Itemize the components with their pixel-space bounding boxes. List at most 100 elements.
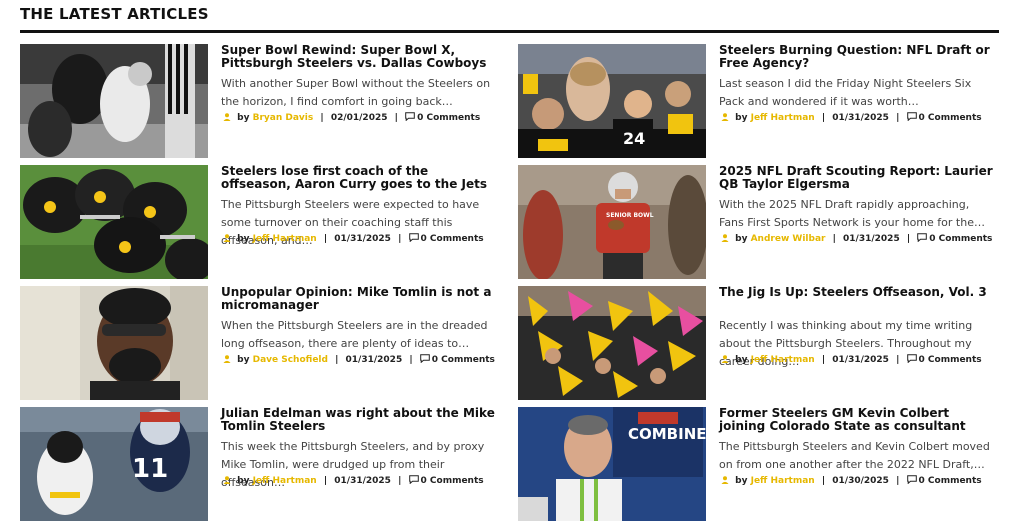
user-icon	[721, 234, 729, 242]
meta-separator: |	[832, 234, 836, 244]
author-link[interactable]: Bryan Davis	[253, 113, 314, 123]
comment-icon	[408, 233, 419, 242]
article-card: 11 Julian Edelman was right about the Mi…	[20, 407, 510, 523]
meta-separator: |	[335, 355, 339, 365]
article-title[interactable]: 2025 NFL Draft Scouting Report: Laurier …	[719, 165, 999, 191]
article-title[interactable]: Julian Edelman was right about the Mike …	[221, 407, 501, 433]
article-excerpt: Last season I did the Friday Night Steel…	[719, 77, 972, 108]
author-link[interactable]: Jeff Hartman	[751, 113, 815, 123]
article-thumbnail[interactable]: SENIOR BOWL	[518, 165, 706, 279]
article-date: 01/31/2025	[843, 234, 900, 244]
author-link[interactable]: Jeff Hartman	[751, 355, 815, 365]
meta-separator: |	[821, 476, 826, 486]
meta-separator: |	[398, 476, 402, 486]
article-thumbnail[interactable]	[518, 286, 706, 400]
comment-icon	[906, 354, 917, 363]
by-label: by	[237, 113, 250, 123]
by-label: by	[237, 234, 250, 244]
article-card: Super Bowl Rewind: Super Bowl X, Pittsbu…	[20, 44, 510, 160]
user-icon	[721, 476, 729, 484]
article-title[interactable]: Steelers Burning Question: NFL Draft or …	[719, 44, 999, 70]
meta-separator: |	[821, 113, 826, 123]
article-title[interactable]: Steelers lose first coach of the offseas…	[221, 165, 501, 191]
article-thumbnail[interactable]	[20, 44, 208, 158]
comments-link[interactable]: 0 Comments	[417, 113, 480, 123]
article-card: 24 Steelers Burning Question: NFL Draft …	[518, 44, 1008, 160]
meta-separator: |	[896, 355, 900, 365]
comments-link[interactable]: 0 Comments	[421, 476, 484, 486]
article-date: 01/30/2025	[832, 476, 889, 486]
comment-icon	[917, 233, 928, 242]
meta-separator: |	[323, 476, 328, 486]
section-title: THE LATEST ARTICLES	[20, 5, 209, 23]
article-meta: by Jeff Hartman | 01/31/2025 | 0 Comment…	[223, 233, 513, 244]
article-excerpt: With the 2025 NFL Draft rapidly approach…	[719, 198, 985, 229]
meta-separator: |	[320, 113, 324, 123]
article-thumbnail[interactable]	[20, 165, 208, 279]
article-date: 01/31/2025	[334, 476, 391, 486]
meta-separator: |	[896, 476, 900, 486]
author-link[interactable]: Jeff Hartman	[253, 476, 317, 486]
meta-separator: |	[906, 234, 911, 244]
comment-icon	[405, 112, 415, 121]
author-link[interactable]: Andrew Wilbar	[751, 234, 826, 244]
comments-link[interactable]: 0 Comments	[432, 355, 495, 365]
comment-icon	[906, 475, 917, 484]
author-link[interactable]: Dave Schofield	[253, 355, 328, 365]
meta-separator: |	[323, 234, 328, 244]
author-link[interactable]: Jeff Hartman	[253, 234, 317, 244]
meta-separator: |	[896, 113, 900, 123]
article-thumbnail[interactable]: 24	[518, 44, 706, 158]
article-title[interactable]: Unpopular Opinion: Mike Tomlin is not a …	[221, 286, 501, 312]
article-date: 01/31/2025	[832, 113, 889, 123]
article-meta: by Andrew Wilbar | 01/31/2025 | 0 Commen…	[721, 233, 1011, 244]
user-icon	[223, 234, 231, 242]
article-date: 01/31/2025	[345, 355, 403, 365]
article-thumbnail[interactable]: 11	[20, 407, 208, 521]
by-label: by	[237, 355, 250, 365]
user-icon	[721, 355, 729, 363]
article-meta: by Dave Schofield | 01/31/2025 | 0 Comme…	[223, 354, 513, 365]
by-label: by	[237, 476, 250, 486]
user-icon	[721, 113, 729, 121]
article-title[interactable]: The Jig Is Up: Steelers Offseason, Vol. …	[719, 286, 999, 299]
comments-link[interactable]: 0 Comments	[919, 113, 982, 123]
meta-separator: |	[394, 113, 398, 123]
by-label: by	[735, 113, 748, 123]
article-thumbnail[interactable]	[20, 286, 208, 400]
by-label: by	[735, 355, 748, 365]
svg-text:COMBINE: COMBINE	[628, 425, 706, 443]
article-excerpt: The Pittsburgh Steelers and Kevin Colber…	[719, 440, 990, 471]
user-icon	[223, 476, 231, 484]
article-card: COMBINE Former Steelers GM Kevin Colbert…	[518, 407, 1008, 523]
article-excerpt: When the Pittsburgh Steelers are in the …	[221, 319, 488, 350]
article-meta: by Jeff Hartman | 01/31/2025 | 0 Comment…	[721, 354, 1011, 365]
svg-text:SENIOR BOWL: SENIOR BOWL	[606, 212, 654, 219]
svg-text:24: 24	[623, 129, 645, 148]
article-card: The Jig Is Up: Steelers Offseason, Vol. …	[518, 286, 1008, 402]
article-meta: by Jeff Hartman | 01/30/2025 | 0 Comment…	[721, 475, 1011, 486]
author-link[interactable]: Jeff Hartman	[751, 476, 815, 486]
comments-link[interactable]: 0 Comments	[919, 476, 982, 486]
article-meta: by Jeff Hartman | 01/31/2025 | 0 Comment…	[223, 475, 513, 486]
article-date: 02/01/2025	[330, 113, 388, 123]
user-icon	[223, 113, 231, 121]
article-date: 01/31/2025	[832, 355, 889, 365]
by-label: by	[735, 476, 748, 486]
comment-icon	[906, 112, 917, 121]
section-divider	[20, 30, 999, 33]
meta-separator: |	[821, 355, 826, 365]
article-card: Steelers lose first coach of the offseas…	[20, 165, 510, 281]
comments-link[interactable]: 0 Comments	[929, 234, 992, 244]
by-label: by	[735, 234, 748, 244]
comment-icon	[408, 475, 419, 484]
svg-text:11: 11	[132, 454, 168, 484]
meta-separator: |	[398, 234, 402, 244]
comments-link[interactable]: 0 Comments	[421, 234, 484, 244]
article-thumbnail[interactable]: COMBINE	[518, 407, 706, 521]
comments-link[interactable]: 0 Comments	[919, 355, 982, 365]
article-title[interactable]: Former Steelers GM Kevin Colbert joining…	[719, 407, 999, 433]
article-title[interactable]: Super Bowl Rewind: Super Bowl X, Pittsbu…	[221, 44, 501, 70]
article-date: 01/31/2025	[334, 234, 391, 244]
user-icon	[223, 355, 231, 363]
